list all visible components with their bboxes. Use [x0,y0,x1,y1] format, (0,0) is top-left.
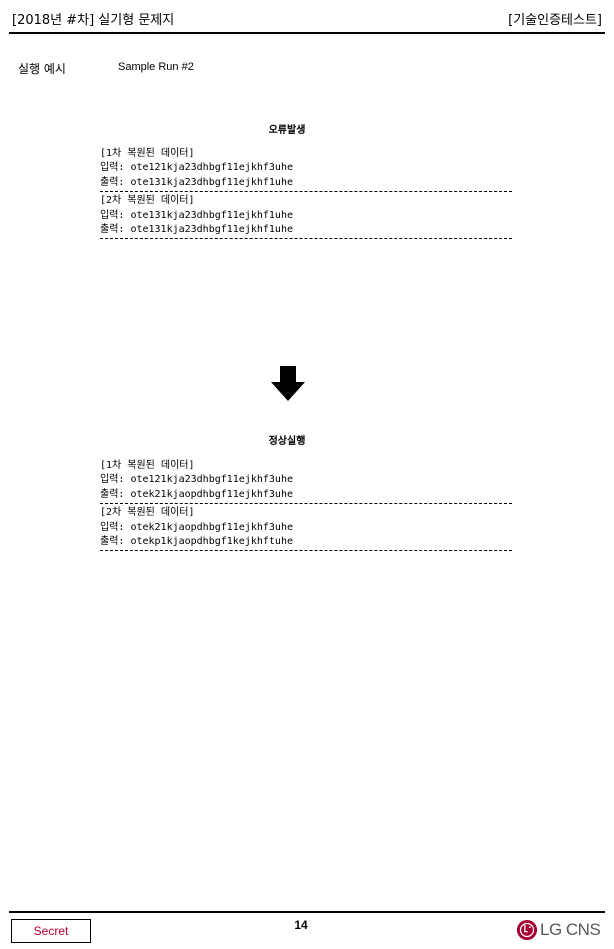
case-input: 입력: ote121kja23dhbgf11ejkhf3uhe [100,162,293,174]
normal-section-title: 정상실행 [268,436,306,447]
case-output: 출력: otekp1kjaopdhbgf1kejkhftuhe [100,536,293,548]
lg-logo-icon [517,920,537,940]
error-section-block: [1차 복원된 데이터] 입력: ote121kja23dhbgf11ejkhf… [100,147,512,241]
case-output: 출력: otek21kjaopdhbgf11ejkhf3uhe [100,488,293,500]
test-category: [기술인증테스트] [508,13,602,28]
header-divider [9,32,605,34]
footer-divider [9,911,605,913]
example-label: 실행 예시 [18,62,66,76]
case-output: 출력: ote131kja23dhbgf11ejkhf1uhe [100,176,293,188]
page-number: 14 [294,918,308,932]
dashed-divider [100,503,512,505]
case-heading: [1차 복원된 데이터] [100,460,195,471]
document-title: [2018년 #차] 실기형 문제지 [12,13,175,28]
down-arrow-icon [271,366,305,401]
normal-section-block: [1차 복원된 데이터] 입력: ote121kja23dhbgf11ejkhf… [100,459,512,553]
case-heading: [1차 복원된 데이터] [100,148,195,159]
case-heading: [2차 복원된 데이터] [100,195,195,207]
case-output: 출력: ote131kja23dhbgf11ejkhf1uhe [100,224,293,236]
company-name: LG CNS [540,920,601,939]
case-input: 입력: ote131kja23dhbgf11ejkhf1uhe [100,209,293,221]
case-input: 입력: otek21kjaopdhbgf11ejkhf3uhe [100,521,293,533]
dashed-divider [100,238,512,240]
case-heading: [2차 복원된 데이터] [100,507,195,519]
case-input: 입력: ote121kja23dhbgf11ejkhf3uhe [100,474,293,486]
company-logo: LG CNS [517,919,601,941]
dashed-divider [100,191,512,193]
dashed-divider [100,550,512,552]
sample-run-label: Sample Run #2 [118,61,194,73]
error-section-title: 오류발생 [268,125,306,136]
